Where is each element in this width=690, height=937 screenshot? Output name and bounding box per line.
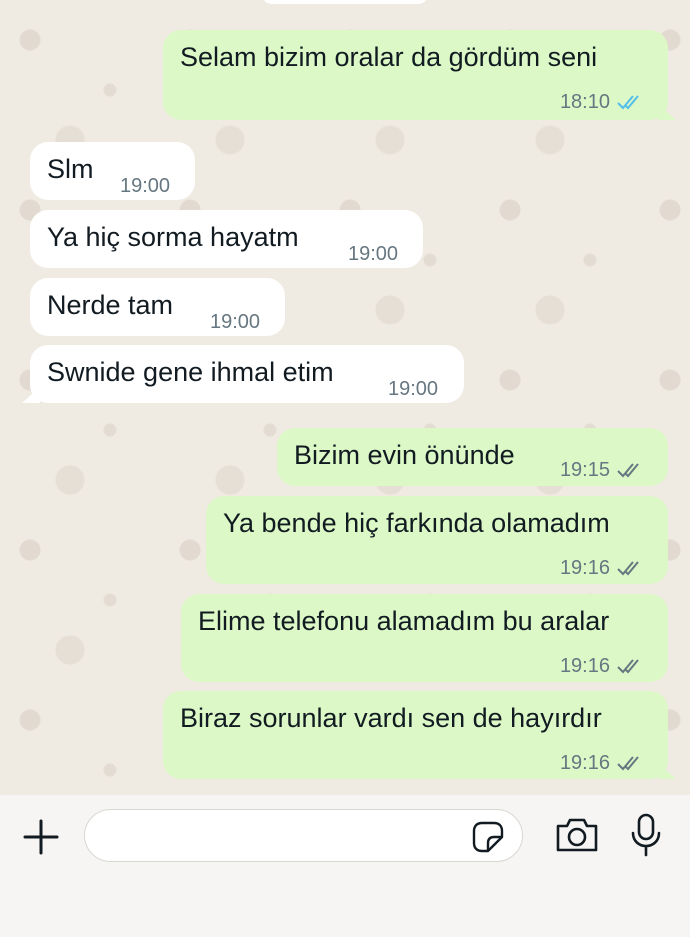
message-meta: 19:15 (560, 454, 644, 486)
outgoing-message[interactable]: Elime telefonu alamadım bu aralar 19:16 (181, 594, 668, 682)
incoming-message[interactable]: Ya hiç sorma hayatm 19:00 (30, 210, 423, 268)
message-input[interactable] (103, 818, 467, 854)
message-text: Selam bizim oralar da gördüm seni (180, 42, 598, 72)
message-time: 19:16 (559, 557, 610, 579)
double-check-icon (617, 463, 639, 478)
message-meta: 19:16 (560, 747, 644, 779)
chat-area[interactable]: Selam bizim oralar da gördüm seni 18:10 … (0, 0, 690, 795)
outgoing-message[interactable]: Selam bizim oralar da gördüm seni 18:10 (163, 30, 676, 120)
double-check-icon (617, 756, 639, 771)
plus-icon[interactable] (22, 818, 60, 856)
message-text: Ya hiç sorma hayatm (47, 222, 299, 252)
message-time: 19:00 (210, 311, 261, 333)
camera-icon[interactable] (554, 817, 600, 853)
message-text: Nerde tam (47, 290, 174, 320)
message-time: 19:15 (559, 459, 610, 481)
incoming-message[interactable]: Swnide gene ihmal etim 19:00 (22, 345, 464, 403)
message-meta: 18:10 (560, 86, 644, 118)
message-text: Bizim evin önünde (294, 440, 515, 470)
double-check-icon (617, 95, 639, 110)
bubble-tail (658, 104, 676, 120)
message-text: Elime telefonu alamadım bu aralar (198, 606, 610, 636)
incoming-message[interactable]: Slm 19:00 (30, 142, 195, 200)
message-text: Ya bende hiç farkında olamadım (223, 508, 610, 538)
bubble-tail (658, 763, 676, 779)
double-check-icon (617, 561, 639, 576)
message-time: 18:10 (559, 91, 610, 113)
message-meta: 19:16 (560, 552, 644, 584)
message-text: Swnide gene ihmal etim (47, 357, 334, 387)
message-meta: 19:16 (560, 650, 644, 682)
message-time: 19:00 (120, 175, 171, 197)
message-field[interactable] (84, 809, 523, 862)
double-check-icon (617, 659, 639, 674)
message-text: Biraz sorunlar vardı sen de hayırdır (180, 703, 602, 733)
outgoing-message[interactable]: Ya bende hiç farkında olamadım 19:16 (206, 496, 668, 584)
sticker-icon[interactable] (472, 821, 504, 853)
outgoing-message[interactable]: Bizim evin önünde 19:15 (277, 428, 668, 486)
message-input-bar (0, 795, 690, 937)
message-time: 19:16 (559, 655, 610, 677)
incoming-message[interactable]: Nerde tam 19:00 (30, 278, 285, 336)
message-text: Slm (47, 154, 94, 184)
message-time: 19:16 (559, 752, 610, 774)
previous-message-stub (262, 0, 428, 4)
outgoing-message[interactable]: Biraz sorunlar vardı sen de hayırdır 19:… (163, 691, 676, 779)
microphone-icon[interactable] (630, 813, 662, 857)
message-time: 19:00 (388, 378, 439, 400)
bubble-tail (22, 387, 40, 403)
message-time: 19:00 (348, 243, 399, 265)
